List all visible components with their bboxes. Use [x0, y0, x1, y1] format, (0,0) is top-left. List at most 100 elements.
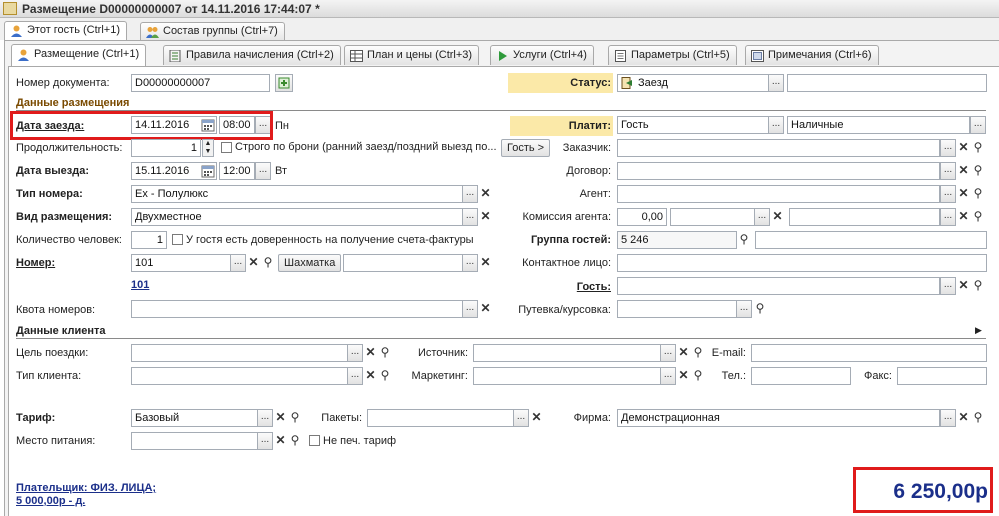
trip-purpose-select-button[interactable]: ... [347, 344, 363, 362]
tab-charge-rules[interactable]: Правила начисления (Ctrl+2) [163, 45, 341, 65]
customer-select-button[interactable]: ... [940, 139, 956, 157]
source-field[interactable] [473, 344, 661, 362]
agent-commission-select-button[interactable]: ... [754, 208, 770, 226]
room-extra-clear-icon[interactable]: ✕ [479, 254, 492, 272]
phone-field[interactable] [751, 367, 851, 385]
client-type-clear-icon[interactable]: ✕ [364, 367, 377, 385]
agent-commission-clear-icon[interactable]: ✕ [771, 208, 784, 226]
meal-field[interactable] [131, 432, 258, 450]
marketing-select-button[interactable]: ... [660, 367, 676, 385]
firm-field[interactable]: Демонстрационная [617, 409, 940, 427]
accommodation-field[interactable]: Двухместное [131, 208, 463, 226]
payment-method-button[interactable]: ... [970, 116, 986, 134]
trip-purpose-clear-icon[interactable]: ✕ [364, 344, 377, 362]
checkout-time-field[interactable]: 12:00 [219, 162, 255, 180]
firm-clear-icon[interactable]: ✕ [957, 409, 970, 427]
guest-group-extra-field[interactable] [755, 231, 987, 249]
agent-search-icon[interactable]: ⚲ [971, 185, 985, 203]
tab-group-members[interactable]: Состав группы (Ctrl+7) [140, 22, 285, 40]
room-type-field[interactable]: Ex - Полулюкс [131, 185, 463, 203]
meal-clear-icon[interactable]: ✕ [274, 432, 287, 450]
duration-spinner[interactable]: ▲ ▼ [202, 139, 214, 157]
room-link[interactable]: 101 [131, 279, 149, 291]
strict-booking-checkbox[interactable] [221, 142, 232, 153]
guest-group-search-icon[interactable]: ⚲ [737, 231, 751, 249]
add-number-button[interactable] [275, 74, 293, 92]
guest-field[interactable] [617, 277, 940, 295]
tab-plan-prices[interactable]: План и цены (Ctrl+3) [344, 45, 480, 65]
status-extra-field[interactable] [787, 74, 987, 92]
marketing-clear-icon[interactable]: ✕ [677, 367, 690, 385]
contract-search-icon[interactable]: ⚲ [971, 162, 985, 180]
agent-select-button[interactable]: ... [940, 185, 956, 203]
agent-commission-service-clear-icon[interactable]: ✕ [957, 208, 970, 226]
guest-clear-icon[interactable]: ✕ [957, 277, 970, 295]
client-type-select-button[interactable]: ... [347, 367, 363, 385]
payer-link[interactable]: Плательщик: ФИЗ. ЛИЦА; [16, 482, 156, 494]
tariff-clear-icon[interactable]: ✕ [274, 409, 287, 427]
agent-commission-field[interactable]: 0,00 [617, 208, 667, 226]
guest-select-button[interactable]: ... [940, 277, 956, 295]
packages-clear-icon[interactable]: ✕ [530, 409, 543, 427]
room-clear-icon[interactable]: ✕ [247, 254, 260, 272]
chess-button[interactable]: Шахматка [278, 254, 342, 272]
guest-group-field[interactable]: 5 246 [617, 231, 737, 249]
source-clear-icon[interactable]: ✕ [677, 344, 690, 362]
voucher-select-button[interactable]: ... [736, 300, 752, 318]
firm-select-button[interactable]: ... [940, 409, 956, 427]
voucher-search-icon[interactable]: ⚲ [753, 300, 767, 318]
contract-clear-icon[interactable]: ✕ [957, 162, 970, 180]
status-field[interactable]: Заезд [617, 74, 769, 92]
tab-this-guest[interactable]: Этот гость (Ctrl+1) [4, 21, 127, 41]
firm-search-icon[interactable]: ⚲ [971, 409, 985, 427]
contact-field[interactable] [617, 254, 987, 272]
agent-commission-service-button[interactable]: ... [940, 208, 956, 226]
email-field[interactable] [751, 344, 987, 362]
calendar-icon[interactable] [201, 164, 215, 178]
accommodation-select-button[interactable]: ... [462, 208, 478, 226]
tab-parameters[interactable]: Параметры (Ctrl+5) [608, 45, 737, 65]
quota-field[interactable] [131, 300, 463, 318]
tab-notes[interactable]: Примечания (Ctrl+6) [745, 45, 879, 65]
client-type-field[interactable] [131, 367, 348, 385]
doc-number-field[interactable]: D00000000007 [131, 74, 270, 92]
agent-commission-type-field[interactable] [670, 208, 755, 226]
room-search-icon[interactable]: ⚲ [261, 254, 275, 272]
quota-select-button[interactable]: ... [462, 300, 478, 318]
source-select-button[interactable]: ... [660, 344, 676, 362]
agent-commission-service-field[interactable] [789, 208, 940, 226]
payment-method-field[interactable]: Наличные [787, 116, 970, 134]
customer-field[interactable] [617, 139, 940, 157]
packages-select-button[interactable]: ... [513, 409, 529, 427]
tab-placement[interactable]: Размещение (Ctrl+1) [11, 44, 147, 66]
room-select-button[interactable]: ... [230, 254, 246, 272]
duration-field[interactable]: 1 [131, 139, 201, 157]
trip-purpose-search-icon[interactable]: ⚲ [378, 344, 392, 362]
room-type-select-button[interactable]: ... [462, 185, 478, 203]
room-field[interactable]: 101 [131, 254, 231, 272]
marketing-field[interactable] [473, 367, 661, 385]
meal-select-button[interactable]: ... [257, 432, 273, 450]
room-extra-select-button[interactable]: ... [462, 254, 478, 272]
persons-field[interactable]: 1 [131, 231, 167, 249]
agent-field[interactable] [617, 185, 940, 203]
accommodation-clear-icon[interactable]: ✕ [479, 208, 492, 226]
room-extra-field[interactable] [343, 254, 463, 272]
pays-field[interactable]: Гость [617, 116, 769, 134]
packages-field[interactable] [367, 409, 514, 427]
tariff-select-button[interactable]: ... [257, 409, 273, 427]
room-type-clear-icon[interactable]: ✕ [479, 185, 492, 203]
expand-arrow-icon[interactable]: ▶ [975, 325, 982, 336]
status-select-button[interactable]: ... [768, 74, 784, 92]
tab-services[interactable]: Услуги (Ctrl+4) [490, 45, 594, 65]
invoice-trust-checkbox[interactable] [172, 234, 183, 245]
client-type-search-icon[interactable]: ⚲ [378, 367, 392, 385]
payer-amount-link[interactable]: 5 000,00р - д. [16, 495, 85, 507]
guest-search-icon[interactable]: ⚲ [971, 277, 985, 295]
no-print-tariff-checkbox[interactable] [309, 435, 320, 446]
customer-clear-icon[interactable]: ✕ [957, 139, 970, 157]
meal-search-icon[interactable]: ⚲ [288, 432, 302, 450]
agent-clear-icon[interactable]: ✕ [957, 185, 970, 203]
tariff-field[interactable]: Базовый [131, 409, 258, 427]
pays-select-button[interactable]: ... [768, 116, 784, 134]
